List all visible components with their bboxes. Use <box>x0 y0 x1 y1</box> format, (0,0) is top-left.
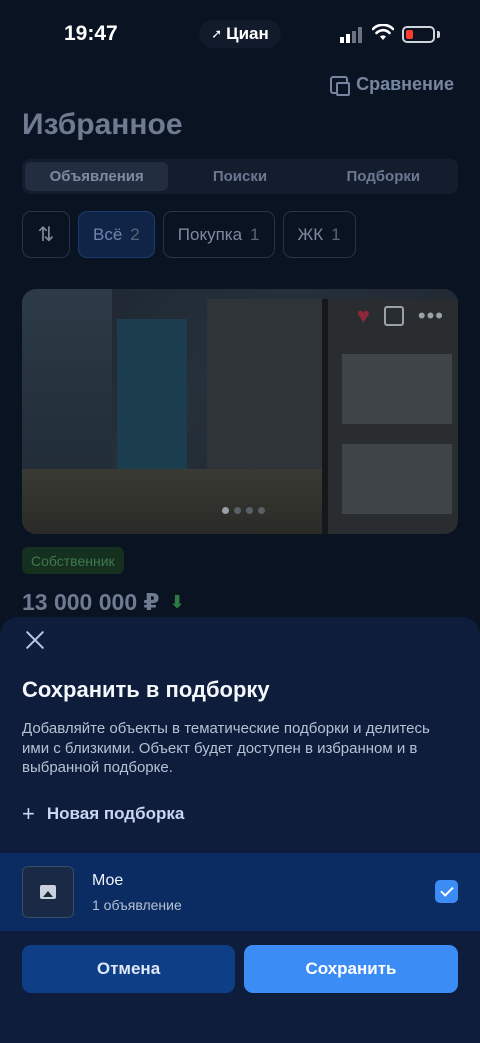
tab-bar: Объявления Поиски Подборки <box>22 159 458 194</box>
more-icon[interactable]: ••• <box>418 303 444 329</box>
pagination-dot <box>234 507 241 514</box>
cancel-button[interactable]: Отмена <box>22 945 235 993</box>
save-to-collection-sheet: Сохранить в подборку Добавляйте объекты … <box>0 617 480 1043</box>
filter-label: ЖК <box>297 224 324 244</box>
plus-icon: + <box>22 801 35 826</box>
status-time: 19:47 <box>64 22 118 45</box>
page-title: Избранное <box>22 108 183 141</box>
pagination-dot <box>222 507 229 514</box>
collection-checkbox[interactable] <box>435 880 458 903</box>
collection-name: Мое <box>92 872 124 889</box>
photo-wall <box>117 319 187 479</box>
image-icon <box>40 885 56 899</box>
sort-button[interactable]: ⇅ <box>22 211 70 258</box>
listing-photo[interactable]: ♥ ••• <box>22 289 458 534</box>
heart-icon[interactable]: ♥ <box>357 303 370 329</box>
sheet-title: Сохранить в подборку <box>22 677 270 702</box>
battery-icon <box>402 26 435 43</box>
filter-chip-purchase[interactable]: Покупка 1 <box>162 211 275 258</box>
photo-actions: ♥ ••• <box>357 303 444 329</box>
wifi-icon <box>372 24 394 40</box>
price-down-icon: ⬇ <box>169 592 185 612</box>
collection-row[interactable]: Мое 1 объявление <box>0 853 480 931</box>
close-icon[interactable] <box>24 629 46 651</box>
collection-count: 1 объявление <box>92 897 182 913</box>
listing-price: 13 000 000 ₽ ⬇ <box>22 589 185 616</box>
price-value: 13 000 000 ₽ <box>22 589 160 615</box>
filter-chips: ⇅ Всё 2 Покупка 1 ЖК 1 <box>22 211 356 258</box>
filter-count: 1 <box>331 224 341 244</box>
filter-chip-all[interactable]: Всё 2 <box>78 211 155 258</box>
filter-label: Всё <box>93 224 123 244</box>
photo-doorway <box>207 299 327 489</box>
photo-wardrobe <box>322 299 458 534</box>
tab-listings[interactable]: Объявления <box>25 162 169 191</box>
collection-thumbnail <box>22 866 74 918</box>
compare-label: Сравнение <box>356 74 454 94</box>
checkmark-icon <box>439 883 454 897</box>
tab-searches[interactable]: Поиски <box>168 162 311 191</box>
sort-icon: ⇅ <box>37 224 55 246</box>
sheet-description: Добавляйте объекты в тематические подбор… <box>22 720 430 776</box>
app-pill-label: Циан <box>226 24 269 43</box>
photo-pagination <box>222 507 265 514</box>
compare-add-icon[interactable] <box>383 306 404 326</box>
compare-icon <box>330 75 351 96</box>
pagination-dot <box>258 507 265 514</box>
save-button[interactable]: Сохранить <box>244 945 458 993</box>
compare-link[interactable]: Сравнение <box>330 74 454 96</box>
filter-chip-complex[interactable]: ЖК 1 <box>282 211 356 258</box>
new-collection-label: Новая подборка <box>46 804 185 823</box>
battery-cap <box>437 31 440 38</box>
tab-collections[interactable]: Подборки <box>312 162 455 191</box>
pagination-dot <box>246 507 253 514</box>
owner-badge: Собственник <box>22 547 124 574</box>
sheet-actions: Отмена Сохранить <box>22 945 458 993</box>
filter-count: 1 <box>250 224 260 244</box>
new-collection-button[interactable]: + Новая подборка <box>22 803 184 825</box>
status-bar: 19:47 ➚ Циан <box>0 0 480 70</box>
arrow-icon: ➚ <box>211 26 223 41</box>
cellular-signal-icon <box>340 27 362 43</box>
filter-count: 2 <box>130 224 140 244</box>
app-pill[interactable]: ➚ Циан <box>199 20 281 48</box>
filter-label: Покупка <box>177 224 243 244</box>
